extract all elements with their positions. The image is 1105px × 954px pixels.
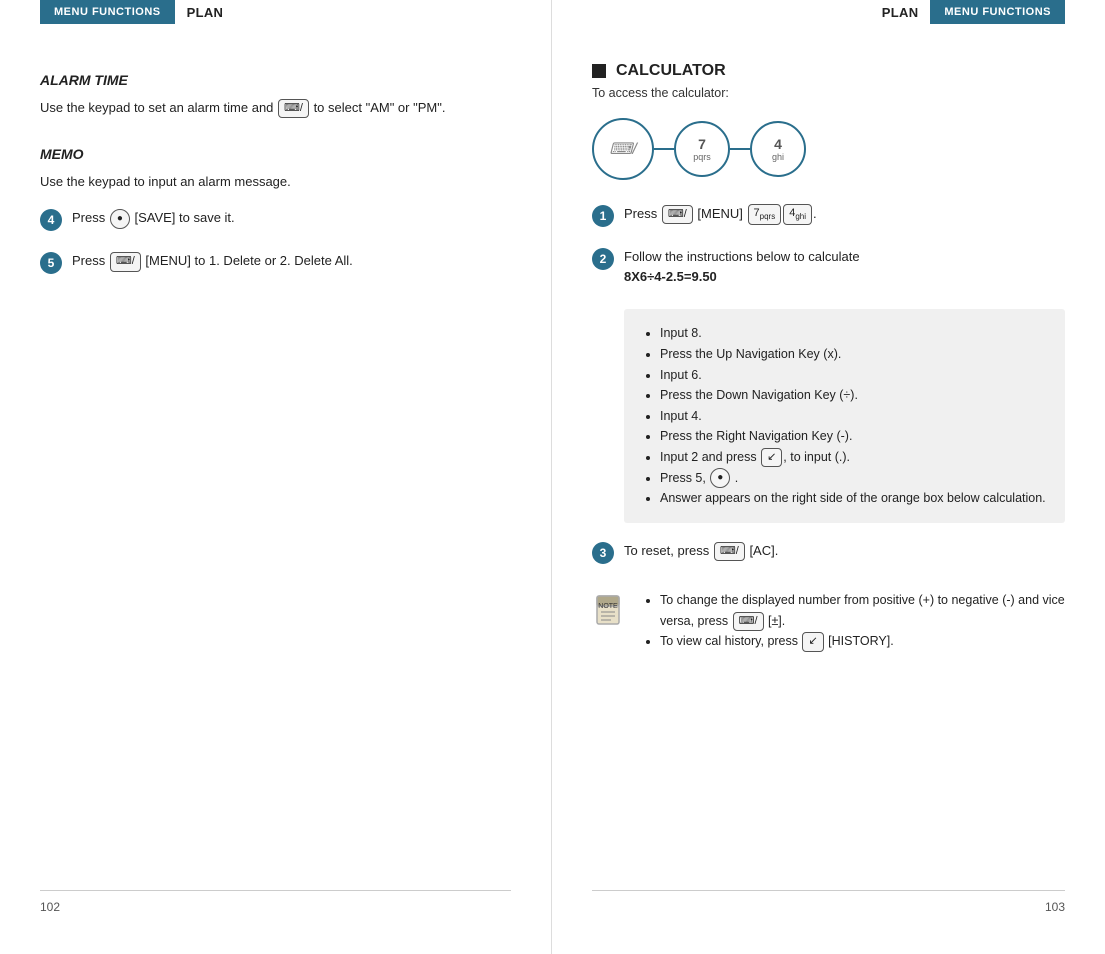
step-2-text: Follow the instructions below to calcula… [624, 247, 860, 287]
bullet-8: Press 5, ● . [660, 468, 1047, 489]
left-header: MENU FUNCTIONS PLAN [40, 0, 511, 24]
key-connector-1 [654, 148, 674, 150]
left-plan-label: PLAN [187, 5, 224, 20]
save-key-icon: ● [110, 209, 130, 229]
svg-text:NOTE: NOTE [598, 603, 618, 610]
note-icon: NOTE [592, 592, 630, 630]
calculator-diagram: ⌨/ 7 pqrs 4 ghi [592, 118, 1065, 180]
seven-key-inline: 7pqrs [748, 204, 782, 224]
step-5-circle: 5 [40, 252, 62, 274]
formula: 8X6÷4-2.5=9.50 [624, 269, 717, 284]
alarm-time-title: ALARM TIME [40, 72, 511, 88]
function-key-icon: ⌨/ [278, 99, 309, 118]
right-plan-label: PLAN [882, 5, 919, 20]
slash-icon: ⌨/ [609, 139, 637, 159]
bullet-9: Answer appears on the right side of the … [660, 488, 1047, 509]
bullet-5: Input 4. [660, 406, 1047, 427]
memo-body: Use the keypad to input an alarm message… [40, 172, 511, 192]
bullet-2: Press the Up Navigation Key (x). [660, 344, 1047, 365]
plus-minus-key: ⌨/ [733, 612, 764, 631]
step-4-text: Press ● [SAVE] to save it. [72, 208, 235, 229]
bullet-6: Press the Right Navigation Key (-). [660, 426, 1047, 447]
step-2-circle: 2 [592, 248, 614, 270]
nav-key-inline: ↙ [761, 448, 782, 467]
step-5: 5 Press ⌨/ [MENU] to 1. Delete or 2. Del… [40, 251, 511, 274]
four-key-inline: 4ghi [783, 204, 812, 224]
key-connector-2 [730, 148, 750, 150]
right-menu-functions-badge: MENU FUNCTIONS [930, 0, 1065, 24]
step-3-circle: 3 [592, 542, 614, 564]
menu-key-icon-left: ⌨/ [110, 252, 141, 271]
step-1-text: Press ⌨/ [MENU] 7pqrs4ghi. [624, 204, 817, 225]
step-3-text: To reset, press ⌨/ [AC]. [624, 541, 778, 561]
bullet-7: Input 2 and press ↙, to input (.). [660, 447, 1047, 468]
step-4: 4 Press ● [SAVE] to save it. [40, 208, 511, 231]
bullet-3: Input 6. [660, 365, 1047, 386]
right-page-number: 103 [1045, 900, 1065, 914]
note-2: To view cal history, press ↙ [HISTORY]. [660, 631, 1065, 652]
note-box: NOTE To change the displayed number from… [592, 590, 1065, 652]
seven-key-button: 7 pqrs [674, 121, 730, 177]
four-key-button: 4 ghi [750, 121, 806, 177]
step-4-circle: 4 [40, 209, 62, 231]
alarm-time-body: Use the keypad to set an alarm time and … [40, 98, 511, 118]
calculator-heading: CALCULATOR [592, 62, 1065, 80]
left-page-number: 102 [40, 900, 60, 914]
memo-title: MEMO [40, 146, 511, 162]
step-3: 3 To reset, press ⌨/ [AC]. [592, 541, 1065, 564]
calculator-subtext: To access the calculator: [592, 86, 1065, 100]
seven-key-num: 7 [698, 136, 706, 152]
step-2: 2 Follow the instructions below to calcu… [592, 247, 1065, 287]
function-key-button: ⌨/ [592, 118, 654, 180]
ac-key-icon: ⌨/ [714, 542, 745, 561]
step-5-text: Press ⌨/ [MENU] to 1. Delete or 2. Delet… [72, 251, 353, 271]
bullet-4: Press the Down Navigation Key (÷). [660, 385, 1047, 406]
right-header: PLAN MENU FUNCTIONS [592, 0, 1065, 24]
history-key: ↙ [802, 632, 823, 651]
step-1: 1 Press ⌨/ [MENU] 7pqrs4ghi. [592, 204, 1065, 227]
four-key-sub: ghi [772, 152, 784, 162]
calculator-bullet-box: Input 8. Press the Up Navigation Key (x)… [624, 309, 1065, 523]
bullet-1: Input 8. [660, 323, 1047, 344]
center-key-inline: ● [710, 468, 730, 488]
note-content: To change the displayed number from posi… [642, 590, 1065, 652]
square-icon [592, 64, 606, 78]
left-menu-functions-badge: MENU FUNCTIONS [40, 0, 175, 24]
step-1-circle: 1 [592, 205, 614, 227]
function-key-inline: ⌨/ [662, 205, 693, 224]
four-key-num: 4 [774, 136, 782, 152]
note-1: To change the displayed number from posi… [660, 590, 1065, 631]
calculator-bullets: Input 8. Press the Up Navigation Key (x)… [642, 323, 1047, 509]
seven-key-sub: pqrs [693, 152, 711, 162]
